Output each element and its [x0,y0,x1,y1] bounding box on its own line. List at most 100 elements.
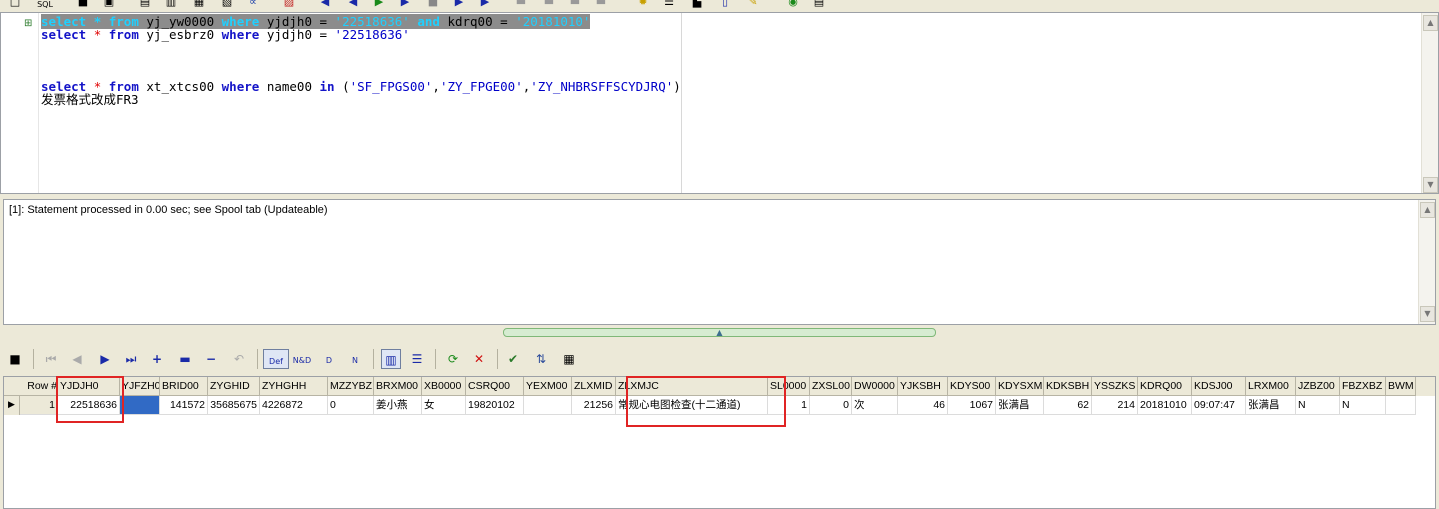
next-icon[interactable]: ▶ [95,349,115,369]
column-header[interactable]: KDKSBH [1044,377,1092,396]
table-cell[interactable] [524,396,572,415]
column-header[interactable]: BRID00 [160,377,208,396]
column-header[interactable]: XB0000 [422,377,466,396]
new-icon[interactable]: □ [8,0,22,10]
table-cell[interactable]: N [1296,396,1340,415]
column-header[interactable]: Row # [4,377,58,396]
fx-icon[interactable]: ▥ [164,0,178,10]
panel-splitter[interactable]: ▲ [503,328,936,337]
table-cell[interactable]: 张满昌 [996,396,1044,415]
refresh-icon[interactable]: ⟳ [443,349,463,369]
d-button[interactable]: D [319,349,339,369]
column-header[interactable]: LRXM00 [1246,377,1296,396]
column-header[interactable]: DW0000 [852,377,898,396]
column-header[interactable]: YJFZH0 [120,377,160,396]
table-cell[interactable]: 141572 [160,396,208,415]
table-cell[interactable]: 46 [898,396,948,415]
column-header[interactable]: YJKSBH [898,377,948,396]
column-header[interactable]: ZYHGHH [260,377,328,396]
nd-button[interactable]: N&D [291,349,313,369]
print-icon[interactable]: ▣ [102,0,116,10]
format-icon[interactable]: ▤ [138,0,152,10]
table-cell[interactable] [1386,396,1416,415]
column-header[interactable]: KDYS00 [948,377,996,396]
column-header[interactable]: ZYGHID [208,377,260,396]
table-cell[interactable]: 0 [328,396,374,415]
post-icon[interactable]: ▬ [175,349,195,369]
form-view-icon[interactable]: ☰ [407,349,427,369]
grid-view-icon[interactable]: ▥ [381,349,401,369]
table-cell[interactable]: 20181010 [1138,396,1192,415]
table-cell[interactable]: 次 [852,396,898,415]
table-cell[interactable]: 1067 [948,396,996,415]
table-cell[interactable]: 张满昌 [1246,396,1296,415]
table-cell[interactable]: 35685675 [208,396,260,415]
first-icon[interactable]: ◀ [318,0,332,10]
delete-icon[interactable]: − [201,349,221,369]
column-header[interactable]: BWM [1386,377,1416,396]
save-icon[interactable]: ■ [5,349,25,369]
column-header[interactable]: ZXSL00 [810,377,852,396]
code-line[interactable] [41,41,681,54]
stop-icon[interactable]: ■ [426,0,440,10]
column-header[interactable]: KDYSXM [996,377,1044,396]
last-icon[interactable]: ⏭ [121,349,141,369]
save-icon[interactable]: ■ [76,0,90,10]
column-header[interactable]: BRXM00 [374,377,422,396]
cancel-icon[interactable]: ✕ [469,349,489,369]
column-header[interactable]: CSRQ00 [466,377,524,396]
table-cell[interactable] [120,396,160,415]
scroll-up-icon[interactable]: ▲ [1420,202,1435,218]
column-header[interactable]: FBZXBZ [1340,377,1386,396]
tools-icon[interactable]: ▙ [690,0,704,10]
code-line[interactable]: select * from yj_esbrz0 where yjdjh0 = '… [41,28,681,41]
table-cell[interactable]: 62 [1044,396,1092,415]
db-icon[interactable]: ◉ [786,0,800,10]
code-area[interactable]: select * from yj_yw0000 where yjdjh0 = '… [41,14,681,106]
abc-icon[interactable]: ∝ [246,0,260,10]
messages-vertical-scrollbar[interactable]: ▲ ▼ [1418,200,1435,324]
scroll-down-icon[interactable]: ▼ [1423,177,1438,193]
scroll-up-icon[interactable]: ▲ [1423,15,1438,31]
sort-icon[interactable]: ⇅ [531,349,551,369]
copy-icon[interactable]: ▧ [220,0,234,10]
last-icon[interactable]: ▶ [478,0,492,10]
export-icon[interactable]: ▦ [192,0,206,10]
scroll-down-icon[interactable]: ▼ [1420,306,1435,322]
n-button[interactable]: N [345,349,365,369]
column-header[interactable]: YEXM00 [524,377,572,396]
code-line[interactable] [41,54,681,67]
table-cell[interactable]: 0 [810,396,852,415]
table-cell[interactable]: 女 [422,396,466,415]
table-cell[interactable]: 21256 [572,396,616,415]
commit2-icon[interactable]: ▬ [568,0,582,10]
prev-icon[interactable]: ◀ [346,0,360,10]
column-header[interactable]: KDRQ00 [1138,377,1192,396]
insert-icon[interactable]: + [147,349,167,369]
prev-icon[interactable]: ◀ [67,349,87,369]
filter-icon[interactable]: ▤ [812,0,826,10]
sql-icon[interactable]: SQL [34,0,56,10]
table-cell[interactable]: 4226872 [260,396,328,415]
run-icon[interactable]: ▶ [372,0,386,10]
column-header[interactable]: YSSZKS [1092,377,1138,396]
table-cell[interactable]: 19820102 [466,396,524,415]
table-cell[interactable]: N [1340,396,1386,415]
format2-icon[interactable]: ▨ [282,0,296,10]
table-cell[interactable]: 姜小燕 [374,396,422,415]
wand-icon[interactable]: ✎ [746,0,760,10]
column-header[interactable]: JZBZ00 [1296,377,1340,396]
options-icon[interactable]: ☰ [662,0,676,10]
bracket-icon[interactable]: ▯ [718,0,732,10]
commit-icon[interactable]: ▬ [514,0,528,10]
code-line[interactable]: 发票格式改成FR3 [41,93,681,106]
table-cell[interactable]: 09:07:47 [1192,396,1246,415]
sql-editor[interactable]: ⊞ select * from yj_yw0000 where yjdjh0 =… [0,12,1439,194]
column-header[interactable]: MZZYBZ [328,377,374,396]
first-icon[interactable]: ⏮ [41,349,61,369]
table-cell[interactable]: 214 [1092,396,1138,415]
filter-icon[interactable]: ✔ [503,349,523,369]
explain-icon[interactable]: ✹ [636,0,650,10]
undo-icon[interactable]: ↶ [229,349,249,369]
column-header[interactable]: KDSJ00 [1192,377,1246,396]
